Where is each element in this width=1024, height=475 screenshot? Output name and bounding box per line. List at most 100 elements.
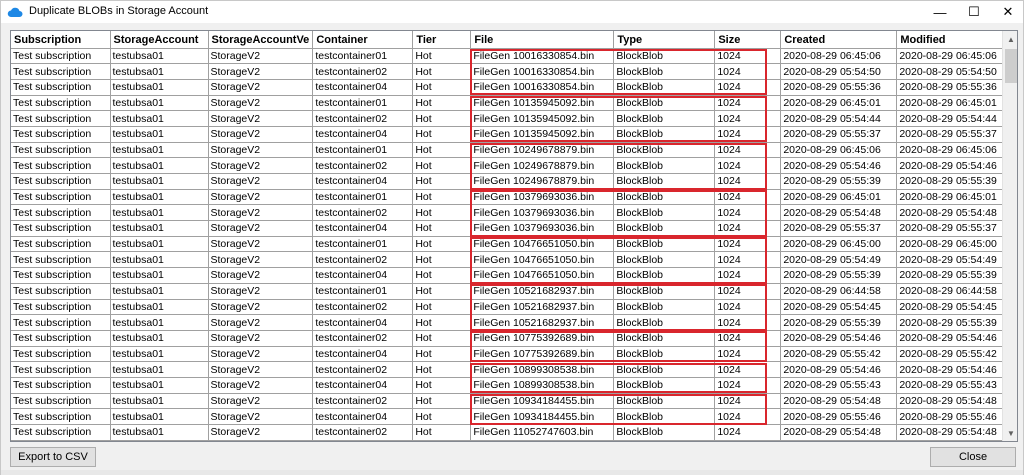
table-row[interactable]: Test subscription testubsa01 StorageV2 test… — [11, 142, 1010, 159]
table-row[interactable]: Test subscription testubsa01 StorageV2 test… — [11, 204, 1010, 222]
table-row[interactable]: Test subscription testubsa01 StorageV2 test… — [11, 95, 1010, 112]
table-cell: StorageV2 — [208, 157, 314, 174]
table-cell: BlockBlob — [613, 408, 716, 425]
duplicate-blobs-grid[interactable]: Subscription StorageAccount StorageAccount… — [10, 30, 1018, 442]
scroll-down-icon[interactable]: ▼ — [1003, 425, 1017, 441]
table-cell: testcontainer02 — [312, 157, 414, 174]
table-cell: BlockBlob — [613, 95, 716, 112]
table-cell: BlockBlob — [613, 377, 716, 394]
table-cell: Test subscription — [11, 330, 111, 347]
table-row[interactable]: Test subscription testubsa01 StorageV2 test… — [11, 346, 1010, 363]
table-cell: StorageV2 — [208, 299, 314, 316]
table-cell: testubsa01 — [110, 377, 209, 394]
table-row[interactable]: Test subscription testubsa01 StorageV2 test… — [11, 48, 1010, 65]
table-row[interactable]: Test subscription testubsa01 StorageV2 test… — [11, 110, 1010, 127]
table-cell: testcontainer02 — [312, 393, 414, 410]
table-row[interactable]: Test subscription testubsa01 StorageV2 test… — [11, 299, 1010, 316]
table-cell: Hot — [412, 393, 472, 410]
vertical-scrollbar[interactable]: ▲ ▼ — [1002, 31, 1017, 441]
table-cell: testubsa01 — [110, 189, 209, 206]
column-header[interactable]: File — [470, 31, 615, 49]
table-row[interactable]: Test subscription testubsa01 StorageV2 test… — [11, 251, 1010, 269]
table-cell: Test subscription — [11, 48, 111, 65]
table-cell: Test subscription — [11, 142, 111, 159]
table-cell: 2020-08-29 05:55:42 — [780, 346, 898, 363]
column-header[interactable]: StorageAccountVe — [208, 31, 314, 49]
export-to-csv-button[interactable]: Export to CSV — [10, 447, 96, 467]
table-row[interactable]: Test subscription testubsa01 StorageV2 test… — [11, 189, 1010, 206]
scroll-thumb[interactable] — [1005, 49, 1017, 83]
table-cell: testcontainer01 — [312, 189, 414, 206]
table-cell: testcontainer01 — [312, 142, 414, 159]
column-header[interactable]: Modified — [896, 31, 1010, 49]
table-cell: 2020-08-29 05:54:50 — [780, 63, 898, 80]
table-row[interactable]: Test subscription testubsa01 StorageV2 test… — [11, 408, 1010, 425]
column-header[interactable]: Subscription — [11, 31, 111, 49]
table-cell: 2020-08-29 06:45:01 — [780, 95, 898, 112]
table-row[interactable]: Test subscription testubsa01 StorageV2 test… — [11, 63, 1010, 80]
table-cell: Hot — [412, 173, 472, 190]
table-cell: StorageV2 — [208, 126, 314, 143]
table-cell: Test subscription — [11, 361, 111, 378]
title-bar[interactable]: Duplicate BLOBs in Storage Account — ☐ ✕ — [1, 1, 1023, 23]
table-cell: FileGen 10476651050.bin — [470, 236, 615, 253]
table-row[interactable]: Test subscription testubsa01 StorageV2 test… — [11, 393, 1010, 410]
close-button[interactable]: Close — [930, 447, 1016, 467]
column-header[interactable]: Type — [613, 31, 716, 49]
table-row[interactable]: Test subscription testubsa01 StorageV2 test… — [11, 79, 1010, 96]
table-row[interactable]: Test subscription testubsa01 StorageV2 test… — [11, 330, 1010, 347]
table-row[interactable]: Test subscription testubsa01 StorageV2 test… — [11, 126, 1010, 143]
table-cell: 2020-08-29 05:54:48 — [896, 393, 1010, 410]
table-cell: 1024 — [714, 157, 782, 174]
table-cell: 2020-08-29 06:45:00 — [896, 236, 1010, 253]
table-cell: testubsa01 — [110, 283, 209, 300]
column-header[interactable]: Size — [714, 31, 782, 49]
table-cell: testubsa01 — [110, 299, 209, 316]
table-cell: StorageV2 — [208, 204, 314, 222]
table-cell: FileGen 10379693036.bin — [470, 220, 615, 237]
close-window-button[interactable]: ✕ — [991, 1, 1024, 23]
table-row[interactable]: Test subscription testubsa01 StorageV2 test… — [11, 283, 1010, 300]
scroll-up-icon[interactable]: ▲ — [1003, 31, 1017, 47]
table-row[interactable]: Test subscription testubsa01 StorageV2 test… — [11, 377, 1010, 394]
column-header[interactable]: StorageAccount — [110, 31, 209, 49]
table-cell: 2020-08-29 05:54:49 — [896, 251, 1010, 269]
table-row[interactable]: Test subscription testubsa01 StorageV2 test… — [11, 220, 1010, 237]
window-title: Duplicate BLOBs in Storage Account — [29, 5, 209, 17]
table-cell: Test subscription — [11, 393, 111, 410]
column-header[interactable]: Created — [780, 31, 898, 49]
maximize-button[interactable]: ☐ — [957, 1, 991, 23]
table-cell: FileGen 10934184455.bin — [470, 393, 615, 410]
table-cell: testcontainer04 — [312, 220, 414, 237]
table-cell: 2020-08-29 05:55:39 — [896, 267, 1010, 284]
table-row[interactable]: Test subscription testubsa01 StorageV2 test… — [11, 361, 1010, 378]
table-cell: BlockBlob — [613, 220, 716, 237]
table-cell: BlockBlob — [613, 424, 716, 441]
table-cell: BlockBlob — [613, 110, 716, 127]
table-row[interactable]: Test subscription testubsa01 StorageV2 test… — [11, 424, 1010, 441]
table-row[interactable]: Test subscription testubsa01 StorageV2 test… — [11, 314, 1010, 331]
table-cell: 2020-08-29 05:54:49 — [780, 251, 898, 269]
table-cell: 1024 — [714, 204, 782, 222]
table-cell: Test subscription — [11, 408, 111, 425]
table-cell: testubsa01 — [110, 314, 209, 331]
table-row[interactable]: Test subscription testubsa01 StorageV2 test… — [11, 173, 1010, 190]
table-cell: Test subscription — [11, 95, 111, 112]
table-cell: StorageV2 — [208, 393, 314, 410]
table-cell: BlockBlob — [613, 48, 716, 65]
table-cell: 2020-08-29 05:54:46 — [780, 157, 898, 174]
table-row[interactable]: Test subscription testubsa01 StorageV2 test… — [11, 157, 1010, 174]
table-cell: 2020-08-29 05:54:46 — [780, 330, 898, 347]
table-row[interactable]: Test subscription testubsa01 StorageV2 test… — [11, 236, 1010, 253]
table-cell: BlockBlob — [613, 63, 716, 80]
table-cell: 2020-08-29 05:55:39 — [780, 173, 898, 190]
table-cell: Test subscription — [11, 346, 111, 363]
table-cell: Test subscription — [11, 204, 111, 222]
table-cell: 2020-08-29 05:55:43 — [896, 377, 1010, 394]
minimize-button[interactable]: — — [923, 1, 957, 23]
column-header[interactable]: Tier — [412, 31, 472, 49]
table-cell: StorageV2 — [208, 189, 314, 206]
table-row[interactable]: Test subscription testubsa01 StorageV2 test… — [11, 267, 1010, 284]
column-header[interactable]: Container — [312, 31, 414, 49]
table-cell: testcontainer02 — [312, 63, 414, 80]
